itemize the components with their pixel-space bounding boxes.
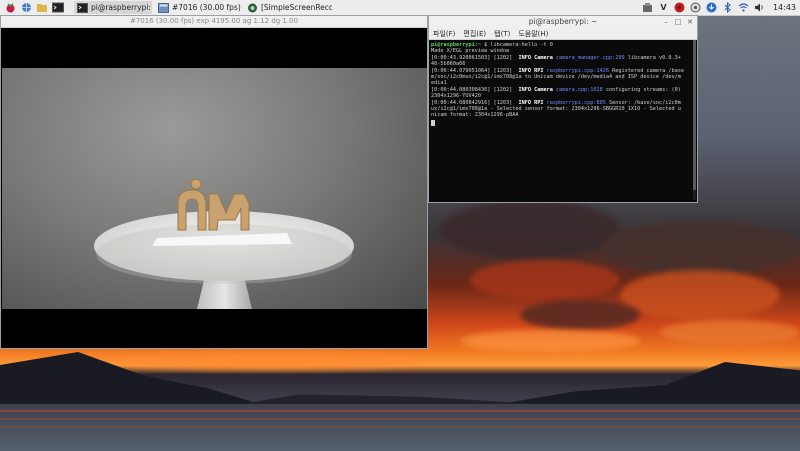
terminal-text-segment: pi@raspberrypi:	[431, 42, 478, 48]
task-terminal[interactable]: pi@raspberrypi: ~	[74, 1, 152, 14]
volume-icon[interactable]	[754, 2, 765, 13]
clock[interactable]: 14:43	[773, 3, 796, 12]
file-manager-icon[interactable]	[36, 2, 48, 14]
task-screen-recorder-label: [SimpleScreenRecord...	[261, 3, 332, 12]
terminal-text-segment: edia1	[431, 80, 447, 87]
record-icon[interactable]	[674, 2, 685, 13]
menu-tabs[interactable]: 탭(T)	[494, 29, 510, 39]
task-terminal-label: pi@raspberrypi: ~	[91, 3, 152, 12]
terminal-text-segment: ~ $ libcamera-hello -t 0	[477, 42, 553, 48]
taskbar: pi@raspberrypi: ~ #7016 (30.00 fps) ex..…	[0, 0, 800, 16]
terminal-line: m/soc/i2c0mux/i2c@1/imx708@1a to Unicam …	[431, 74, 697, 80]
terminal-title: pi@raspberrypi: ~	[528, 17, 598, 26]
vnc-icon[interactable]: V	[658, 2, 669, 13]
terminal-text-segment: [0:00:43.920061503] [1202]	[431, 54, 519, 61]
task-screen-recorder[interactable]: [SimpleScreenRecord...	[244, 1, 332, 14]
screen-recorder-icon	[248, 3, 257, 12]
terminal-output[interactable]: pi@raspberrypi:~ $ libcamera-hello -t 0M…	[429, 40, 697, 190]
terminal-cursor	[431, 119, 435, 126]
terminal-title-bar[interactable]: pi@raspberrypi: ~ – □ ✕	[429, 16, 697, 28]
terminal-text-segment: camera_manager.cpp:299	[555, 54, 625, 61]
terminal-line: nicam format: 2304x1296-pBAA	[431, 112, 697, 118]
menu-edit[interactable]: 편집(E)	[463, 29, 486, 39]
terminal-text-segment: camera.cpp:1028	[555, 86, 603, 93]
raspberry-menu-icon[interactable]	[4, 2, 16, 14]
terminal-text-segment: 2304x1296-YUV420	[431, 93, 481, 100]
terminal-text-segment: Registered camera /base	[609, 67, 685, 74]
updater-icon[interactable]	[642, 2, 653, 13]
terminal-line: [0:00:43.920061503] [1202] INFO Camera c…	[431, 55, 697, 61]
terminal-text-segment: m/soc/i2c0mux/i2c@1/imx708@1a to Unicam …	[431, 74, 681, 81]
menu-file[interactable]: 파일(F)	[433, 29, 455, 39]
terminal-text-segment: INFO	[518, 67, 531, 74]
terminal-text-segment: raspberrypi.cpp:805	[546, 99, 606, 106]
terminal-text-segment: ux/i2c@1/imx708@1a - Selected sensor for…	[431, 106, 681, 113]
camera-preview-window[interactable]: #7016 (30.00 fps) exp 4195.00 ag 1.12 dg…	[0, 15, 428, 349]
terminal-text-segment: Camera	[530, 86, 556, 93]
task-camera-preview-label: #7016 (30.00 fps) ex...	[172, 3, 241, 12]
video-window-icon	[158, 2, 169, 13]
web-browser-icon[interactable]	[20, 2, 32, 14]
terminal-text-segment: libcamera v0.0.3+	[624, 54, 681, 61]
camera-preview-image	[2, 68, 427, 309]
terminal-text-segment: raspberrypi.cpp:1426	[546, 67, 610, 74]
terminal-launcher-icon[interactable]	[52, 2, 64, 14]
maximize-button[interactable]: □	[673, 17, 683, 27]
minimize-button[interactable]: –	[661, 17, 671, 27]
system-tray: V 14:43	[637, 1, 796, 14]
terminal-text-segment: configuring streams: (0)	[602, 86, 681, 93]
terminal-text-segment: [0:00:44.079051064] [1203]	[431, 67, 519, 74]
download-icon[interactable]	[706, 2, 717, 13]
terminal-text-segment: RPI	[530, 99, 547, 106]
terminal-text-segment: INFO	[518, 54, 531, 61]
preview-title-bar[interactable]: #7016 (30.00 fps) exp 4195.00 ag 1.12 dg…	[1, 16, 427, 28]
terminal-menu-bar: 파일(F) 편집(E) 탭(T) 도움말(H)	[429, 28, 697, 40]
terminal-text-segment: nicam format: 2304x1296-pBAA	[431, 112, 519, 119]
settings-icon[interactable]	[690, 2, 701, 13]
task-camera-preview[interactable]: #7016 (30.00 fps) ex...	[155, 1, 241, 14]
terminal-text-segment: RPI	[530, 67, 547, 74]
wifi-icon[interactable]	[738, 2, 749, 13]
terminal-window[interactable]: pi@raspberrypi: ~ – □ ✕ 파일(F) 편집(E) 탭(T)…	[428, 15, 698, 203]
terminal-text-segment: Sensor: /base/soc/i2c0m	[605, 99, 681, 106]
terminal-text-segment: Camera	[530, 54, 556, 61]
terminal-text-segment: INFO	[518, 86, 531, 93]
bluetooth-icon[interactable]	[722, 2, 733, 13]
terminal-icon	[77, 2, 88, 13]
terminal-text-segment: INFO	[518, 99, 531, 106]
scrollbar-thumb[interactable]	[693, 40, 696, 190]
menu-help[interactable]: 도움말(H)	[518, 29, 548, 39]
terminal-text-segment: 40-5b060a66	[431, 61, 466, 68]
terminal-text-segment: [0:00:44.080842916] [1203]	[431, 99, 519, 106]
terminal-scrollbar[interactable]	[693, 40, 696, 200]
terminal-text-segment: [0:00:44.080308436] [1202]	[431, 86, 519, 93]
close-button[interactable]: ✕	[685, 17, 695, 27]
terminal-text-segment: Made X/EGL preview window	[431, 48, 510, 55]
